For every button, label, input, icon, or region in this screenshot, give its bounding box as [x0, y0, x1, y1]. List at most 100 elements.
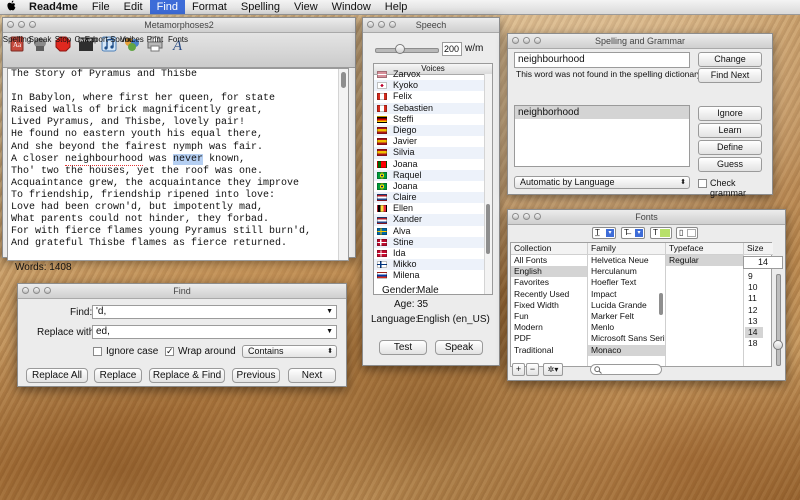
document-scrollbar[interactable] — [338, 69, 348, 260]
collection-item-selected[interactable]: English — [511, 266, 587, 278]
close-button[interactable] — [7, 21, 14, 28]
menu-edit[interactable]: Edit — [117, 0, 150, 14]
family-item[interactable]: Herculanum — [588, 266, 665, 277]
voice-item[interactable]: Xander — [374, 214, 492, 226]
toolbar-speak-button[interactable]: Speak — [29, 33, 51, 52]
size-list[interactable]: 9 10 11 12 13 14 18 — [745, 271, 763, 367]
change-button[interactable]: Change — [698, 52, 762, 67]
strikethrough-menu[interactable]: T̶ ▾ — [621, 227, 645, 239]
typeface-item-selected[interactable]: Regular — [666, 255, 743, 267]
misspelled-word-field[interactable]: neighbourhood — [514, 52, 690, 68]
toolbar-fonts-button[interactable]: A Fonts — [168, 33, 188, 52]
rate-slider-knob[interactable] — [394, 44, 405, 54]
size-item[interactable]: 13 — [745, 316, 763, 327]
voice-item[interactable]: Joana — [374, 181, 492, 192]
font-search-field[interactable] — [590, 364, 662, 375]
check-grammar-checkbox[interactable] — [698, 179, 707, 188]
scroll-thumb[interactable] — [486, 204, 490, 254]
define-button[interactable]: Define — [698, 140, 762, 155]
size-item[interactable]: 12 — [745, 305, 763, 316]
size-item[interactable]: 9 — [745, 271, 763, 282]
zoom-button[interactable] — [534, 213, 541, 220]
find-next-button[interactable]: Find Next — [698, 68, 762, 83]
document-color-button[interactable]: ▯ — [676, 227, 698, 239]
voice-item[interactable]: Milena — [374, 270, 492, 281]
collection-item[interactable]: Fun — [511, 311, 587, 322]
underline-menu[interactable]: T̲ ▾ — [592, 227, 616, 239]
remove-collection-button[interactable]: − — [526, 363, 539, 376]
minimize-button[interactable] — [18, 21, 25, 28]
minimize-button[interactable] — [523, 213, 530, 220]
dropdown-arrow-icon[interactable]: ▼ — [326, 326, 333, 338]
learn-button[interactable]: Learn — [698, 123, 762, 138]
minimize-button[interactable] — [33, 287, 40, 294]
collection-item[interactable]: Traditional — [511, 345, 587, 356]
ignore-case-checkbox[interactable] — [93, 347, 102, 356]
guess-button[interactable]: Guess — [698, 157, 762, 172]
scroll-thumb[interactable] — [341, 72, 346, 88]
previous-button[interactable]: Previous — [232, 368, 280, 383]
family-item[interactable]: Lucida Grande — [588, 300, 665, 311]
minimize-button[interactable] — [378, 21, 385, 28]
zoom-button[interactable] — [389, 21, 396, 28]
voice-item[interactable]: Ellen — [374, 203, 492, 214]
toolbar-export-sound-button[interactable]: Export Sound — [85, 33, 133, 52]
voice-item[interactable]: Alva — [374, 226, 492, 237]
minimize-button[interactable] — [523, 37, 530, 44]
toolbar-print-button[interactable]: Print — [145, 33, 165, 52]
rate-slider[interactable] — [375, 44, 439, 54]
voice-item[interactable]: Ida — [374, 248, 492, 259]
match-mode-popup[interactable]: Contains ⬍ — [242, 345, 337, 358]
menu-help[interactable]: Help — [378, 0, 415, 14]
add-collection-button[interactable]: + — [512, 363, 525, 376]
collection-item[interactable]: PDF — [511, 333, 587, 344]
menu-find[interactable]: Find — [149, 0, 186, 14]
voices-scrollbar[interactable] — [484, 74, 492, 294]
family-item[interactable]: Microsoft Sans Serif — [588, 333, 665, 344]
family-item[interactable]: Marker Felt — [588, 311, 665, 322]
collection-item[interactable]: All Fonts — [511, 255, 587, 266]
menu-format[interactable]: Format — [185, 0, 234, 14]
family-item[interactable]: Hoefler Text — [588, 277, 665, 288]
collection-item[interactable]: Fixed Width — [511, 300, 587, 311]
voice-item[interactable]: Felix — [374, 91, 492, 102]
menu-view[interactable]: View — [287, 0, 325, 14]
rate-field[interactable]: 200 — [442, 42, 462, 56]
voice-item[interactable]: Raquel — [374, 169, 492, 181]
voice-item[interactable]: Diego — [374, 124, 492, 137]
size-item[interactable]: 11 — [745, 293, 763, 304]
next-button[interactable]: Next — [288, 368, 336, 383]
size-item-selected[interactable]: 14 — [745, 326, 763, 339]
collection-item[interactable]: Recently Used — [511, 289, 587, 300]
family-item[interactable]: Menlo — [588, 322, 665, 333]
collection-column[interactable]: Collection All Fonts English Favorites R… — [511, 243, 588, 366]
toolbar-voices-button[interactable]: Voices — [120, 33, 144, 52]
guess-item[interactable]: neighborhood — [515, 106, 689, 119]
voices-list[interactable]: Voices Zarvox Kyoko Felix Sebastien Steffi Di… — [373, 63, 493, 295]
zoom-button[interactable] — [29, 21, 36, 28]
voice-item[interactable]: Silvia — [374, 147, 492, 159]
replace-and-find-button[interactable]: Replace & Find — [149, 368, 225, 383]
size-field[interactable]: 14 — [743, 256, 783, 269]
voice-item[interactable]: Mikko — [374, 259, 492, 271]
typeface-column[interactable]: Typeface Regular — [666, 243, 744, 366]
menu-file[interactable]: File — [85, 0, 117, 14]
collection-item[interactable]: Favorites — [511, 277, 587, 288]
apple-menu-icon[interactable] — [0, 0, 22, 14]
size-slider[interactable] — [773, 274, 783, 366]
language-popup[interactable]: Automatic by Language ⬍ — [514, 176, 690, 189]
menu-app-name[interactable]: Read4me — [22, 0, 85, 14]
replace-field[interactable]: ed, ▼ — [92, 325, 337, 339]
ignore-button[interactable]: Ignore — [698, 106, 762, 121]
scroll-thumb[interactable] — [659, 293, 663, 315]
collection-item[interactable]: Modern — [511, 322, 587, 333]
close-button[interactable] — [367, 21, 374, 28]
text-color-button[interactable]: T — [650, 227, 672, 239]
wrap-around-checkbox[interactable]: ✓ — [165, 347, 174, 356]
menu-spelling[interactable]: Spelling — [234, 0, 287, 14]
find-field[interactable]: 'd, ▼ — [92, 305, 337, 319]
font-action-menu[interactable]: ✲▾ — [543, 363, 563, 376]
toolbar-stop-button[interactable]: Stop — [53, 33, 73, 52]
voice-item[interactable]: Joana — [374, 159, 492, 170]
guesses-list[interactable]: neighborhood — [514, 105, 690, 167]
